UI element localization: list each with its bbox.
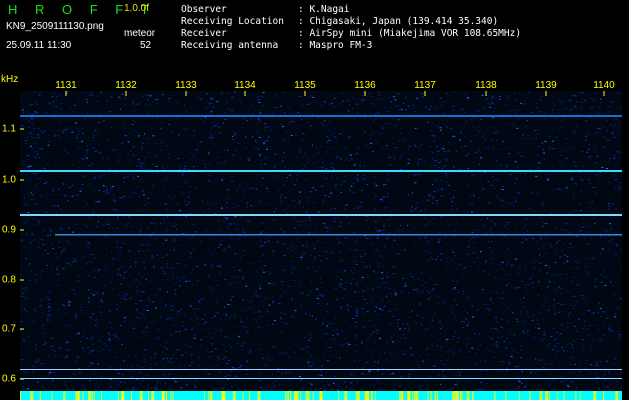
datetime-label: 25.09.11 11:30 bbox=[6, 40, 72, 51]
x-tick-1138: 1138 bbox=[475, 80, 497, 91]
spectrogram-background bbox=[20, 91, 622, 391]
y-tick-0-6: 0.6 bbox=[2, 373, 16, 385]
version-label: 1.0.0f bbox=[124, 3, 150, 14]
antenna-value: : Maspro FM-3 bbox=[298, 40, 373, 51]
antenna-label: Receiving antenna bbox=[181, 40, 279, 51]
y-tick-0-9: 0.9 bbox=[2, 224, 16, 236]
trace-line bbox=[20, 369, 622, 370]
trace-line bbox=[55, 234, 622, 236]
receiver-label: Receiver bbox=[181, 28, 227, 39]
meteor-label: meteor bbox=[124, 28, 156, 39]
y-tick-0-7: 0.7 bbox=[2, 323, 16, 335]
x-tick-1137: 1137 bbox=[414, 80, 436, 91]
observer-label: Observer bbox=[181, 4, 227, 15]
trace-line bbox=[20, 170, 622, 172]
trace-line bbox=[20, 115, 622, 117]
spectrogram bbox=[20, 91, 622, 400]
x-tick-1134: 1134 bbox=[234, 80, 256, 91]
spectrogram-svg bbox=[20, 91, 622, 400]
y-tick-1-0: 1.0 bbox=[2, 174, 16, 186]
location-label: Receiving Location bbox=[181, 16, 284, 27]
trace-line bbox=[20, 378, 622, 379]
receiver-value: : AirSpy mini (Miakejima VOR 108.65MHz) bbox=[298, 28, 522, 39]
observer-value: : K.Nagai bbox=[298, 4, 350, 15]
x-tick-1135: 1135 bbox=[294, 80, 316, 91]
x-tick-1131: 1131 bbox=[55, 80, 77, 91]
meteor-count: 52 bbox=[140, 40, 152, 51]
filename-label: KN9_2509111130.png bbox=[6, 21, 104, 32]
y-axis-unit: kHz bbox=[1, 74, 19, 85]
y-tick-0-8: 0.8 bbox=[2, 274, 16, 286]
y-tick-1-1: 1.1 bbox=[2, 123, 16, 135]
x-tick-1132: 1132 bbox=[115, 80, 137, 91]
location-value: : Chigasaki, Japan (139.414 35.340) bbox=[298, 16, 499, 27]
trace-line bbox=[20, 214, 622, 216]
x-tick-1139: 1139 bbox=[535, 80, 557, 91]
x-tick-1136: 1136 bbox=[354, 80, 376, 91]
x-tick-1140: 1140 bbox=[593, 80, 615, 91]
x-tick-1133: 1133 bbox=[175, 80, 197, 91]
